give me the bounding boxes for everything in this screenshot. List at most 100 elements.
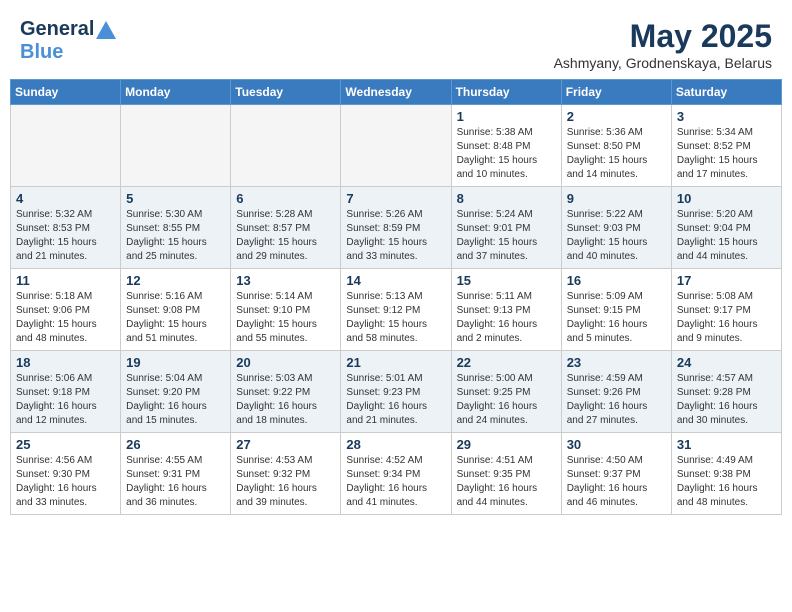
day-info: Sunrise: 5:04 AM Sunset: 9:20 PM Dayligh…: [126, 372, 225, 428]
day-number: 28: [346, 437, 445, 452]
day-info: Sunrise: 5:26 AM Sunset: 8:59 PM Dayligh…: [346, 208, 445, 264]
day-info: Sunrise: 5:18 AM Sunset: 9:06 PM Dayligh…: [16, 290, 115, 346]
calendar-cell: 29 Sunrise: 4:51 AM Sunset: 9:35 PM Dayli…: [451, 433, 561, 515]
calendar-cell: 26 Sunrise: 4:55 AM Sunset: 9:31 PM Dayli…: [121, 433, 231, 515]
day-number: 22: [457, 355, 556, 370]
day-info: Sunrise: 5:08 AM Sunset: 9:17 PM Dayligh…: [677, 290, 776, 346]
day-number: 1: [457, 109, 556, 124]
calendar-cell: 8 Sunrise: 5:24 AM Sunset: 9:01 PM Daylig…: [451, 187, 561, 269]
day-info: Sunrise: 5:36 AM Sunset: 8:50 PM Dayligh…: [567, 126, 666, 182]
calendar-cell: 21 Sunrise: 5:01 AM Sunset: 9:23 PM Dayli…: [341, 351, 451, 433]
day-number: 2: [567, 109, 666, 124]
day-number: 26: [126, 437, 225, 452]
day-number: 14: [346, 273, 445, 288]
calendar-week-row: 25 Sunrise: 4:56 AM Sunset: 9:30 PM Dayli…: [11, 433, 782, 515]
day-info: Sunrise: 5:01 AM Sunset: 9:23 PM Dayligh…: [346, 372, 445, 428]
day-number: 18: [16, 355, 115, 370]
day-info: Sunrise: 5:20 AM Sunset: 9:04 PM Dayligh…: [677, 208, 776, 264]
calendar-cell: 2 Sunrise: 5:36 AM Sunset: 8:50 PM Daylig…: [561, 105, 671, 187]
day-info: Sunrise: 5:16 AM Sunset: 9:08 PM Dayligh…: [126, 290, 225, 346]
calendar-cell: 18Sunrise: 5:06 AM Sunset: 9:18 PM Dayli…: [11, 351, 121, 433]
day-number: 25: [16, 437, 115, 452]
calendar-week-row: 11 Sunrise: 5:18 AM Sunset: 9:06 PM Dayli…: [11, 269, 782, 351]
calendar-cell: 12Sunrise: 5:16 AM Sunset: 9:08 PM Dayli…: [121, 269, 231, 351]
day-info: Sunrise: 4:51 AM Sunset: 9:35 PM Dayligh…: [457, 454, 556, 510]
day-number: 5: [126, 191, 225, 206]
calendar-cell: 22 Sunrise: 5:00 AM Sunset: 9:25 PM Dayli…: [451, 351, 561, 433]
day-number: 9: [567, 191, 666, 206]
day-info: Sunrise: 5:03 AM Sunset: 9:22 PM Dayligh…: [236, 372, 335, 428]
day-number: 23: [567, 355, 666, 370]
day-info: Sunrise: 4:50 AM Sunset: 9:37 PM Dayligh…: [567, 454, 666, 510]
calendar-cell: 20Sunrise: 5:03 AM Sunset: 9:22 PM Dayli…: [231, 351, 341, 433]
day-number: 7: [346, 191, 445, 206]
calendar-cell: 28 Sunrise: 4:52 AM Sunset: 9:34 PM Dayli…: [341, 433, 451, 515]
logo-icon: [96, 21, 116, 39]
weekday-header: Monday: [121, 80, 231, 105]
calendar-cell: 30 Sunrise: 4:50 AM Sunset: 9:37 PM Dayli…: [561, 433, 671, 515]
day-number: 24: [677, 355, 776, 370]
calendar-cell: 19Sunrise: 5:04 AM Sunset: 9:20 PM Dayli…: [121, 351, 231, 433]
day-info: Sunrise: 5:28 AM Sunset: 8:57 PM Dayligh…: [236, 208, 335, 264]
calendar-cell: 4 Sunrise: 5:32 AM Sunset: 8:53 PM Daylig…: [11, 187, 121, 269]
calendar-cell: [231, 105, 341, 187]
day-info: Sunrise: 5:32 AM Sunset: 8:53 PM Dayligh…: [16, 208, 115, 264]
calendar-cell: 27Sunrise: 4:53 AM Sunset: 9:32 PM Dayli…: [231, 433, 341, 515]
day-info: Sunrise: 5:30 AM Sunset: 8:55 PM Dayligh…: [126, 208, 225, 264]
day-number: 10: [677, 191, 776, 206]
calendar-cell: 3 Sunrise: 5:34 AM Sunset: 8:52 PM Daylig…: [671, 105, 781, 187]
logo-text: General: [20, 18, 116, 41]
day-info: Sunrise: 4:52 AM Sunset: 9:34 PM Dayligh…: [346, 454, 445, 510]
calendar-cell: 6Sunrise: 5:28 AM Sunset: 8:57 PM Daylig…: [231, 187, 341, 269]
day-number: 3: [677, 109, 776, 124]
calendar-table: SundayMondayTuesdayWednesdayThursdayFrid…: [10, 79, 782, 515]
day-info: Sunrise: 5:22 AM Sunset: 9:03 PM Dayligh…: [567, 208, 666, 264]
day-info: Sunrise: 5:34 AM Sunset: 8:52 PM Dayligh…: [677, 126, 776, 182]
logo: General Blue: [20, 18, 116, 64]
day-info: Sunrise: 4:57 AM Sunset: 9:28 PM Dayligh…: [677, 372, 776, 428]
day-info: Sunrise: 5:11 AM Sunset: 9:13 PM Dayligh…: [457, 290, 556, 346]
day-info: Sunrise: 4:55 AM Sunset: 9:31 PM Dayligh…: [126, 454, 225, 510]
calendar-cell: 17Sunrise: 5:08 AM Sunset: 9:17 PM Dayli…: [671, 269, 781, 351]
calendar-cell: 24 Sunrise: 4:57 AM Sunset: 9:28 PM Dayli…: [671, 351, 781, 433]
calendar-cell: [11, 105, 121, 187]
day-number: 4: [16, 191, 115, 206]
weekday-header: Friday: [561, 80, 671, 105]
calendar-cell: 15 Sunrise: 5:11 AM Sunset: 9:13 PM Dayli…: [451, 269, 561, 351]
calendar-cell: 31Sunrise: 4:49 AM Sunset: 9:38 PM Dayli…: [671, 433, 781, 515]
day-number: 15: [457, 273, 556, 288]
logo-blue: Blue: [20, 41, 116, 64]
location: Ashmyany, Grodnenskaya, Belarus: [554, 55, 772, 71]
calendar-cell: 11 Sunrise: 5:18 AM Sunset: 9:06 PM Dayli…: [11, 269, 121, 351]
day-number: 29: [457, 437, 556, 452]
calendar-cell: 10 Sunrise: 5:20 AM Sunset: 9:04 PM Dayli…: [671, 187, 781, 269]
day-number: 11: [16, 273, 115, 288]
weekday-header: Sunday: [11, 80, 121, 105]
day-number: 8: [457, 191, 556, 206]
calendar-header-row: SundayMondayTuesdayWednesdayThursdayFrid…: [11, 80, 782, 105]
day-info: Sunrise: 5:13 AM Sunset: 9:12 PM Dayligh…: [346, 290, 445, 346]
calendar-cell: 25 Sunrise: 4:56 AM Sunset: 9:30 PM Dayli…: [11, 433, 121, 515]
calendar-cell: 5 Sunrise: 5:30 AM Sunset: 8:55 PM Daylig…: [121, 187, 231, 269]
month-year: May 2025: [554, 18, 772, 55]
weekday-header: Thursday: [451, 80, 561, 105]
day-info: Sunrise: 5:24 AM Sunset: 9:01 PM Dayligh…: [457, 208, 556, 264]
calendar-cell: 1Sunrise: 5:38 AM Sunset: 8:48 PM Daylig…: [451, 105, 561, 187]
day-info: Sunrise: 5:00 AM Sunset: 9:25 PM Dayligh…: [457, 372, 556, 428]
calendar-week-row: 4 Sunrise: 5:32 AM Sunset: 8:53 PM Daylig…: [11, 187, 782, 269]
calendar-week-row: 1Sunrise: 5:38 AM Sunset: 8:48 PM Daylig…: [11, 105, 782, 187]
day-number: 31: [677, 437, 776, 452]
weekday-header: Tuesday: [231, 80, 341, 105]
page-header: General Blue May 2025 Ashmyany, Grodnens…: [10, 10, 782, 75]
calendar-week-row: 18Sunrise: 5:06 AM Sunset: 9:18 PM Dayli…: [11, 351, 782, 433]
day-number: 21: [346, 355, 445, 370]
calendar-cell: [341, 105, 451, 187]
day-number: 13: [236, 273, 335, 288]
day-info: Sunrise: 4:56 AM Sunset: 9:30 PM Dayligh…: [16, 454, 115, 510]
weekday-header: Saturday: [671, 80, 781, 105]
day-info: Sunrise: 4:53 AM Sunset: 9:32 PM Dayligh…: [236, 454, 335, 510]
day-number: 30: [567, 437, 666, 452]
calendar-cell: 7 Sunrise: 5:26 AM Sunset: 8:59 PM Daylig…: [341, 187, 451, 269]
calendar-cell: 9 Sunrise: 5:22 AM Sunset: 9:03 PM Daylig…: [561, 187, 671, 269]
weekday-header: Wednesday: [341, 80, 451, 105]
